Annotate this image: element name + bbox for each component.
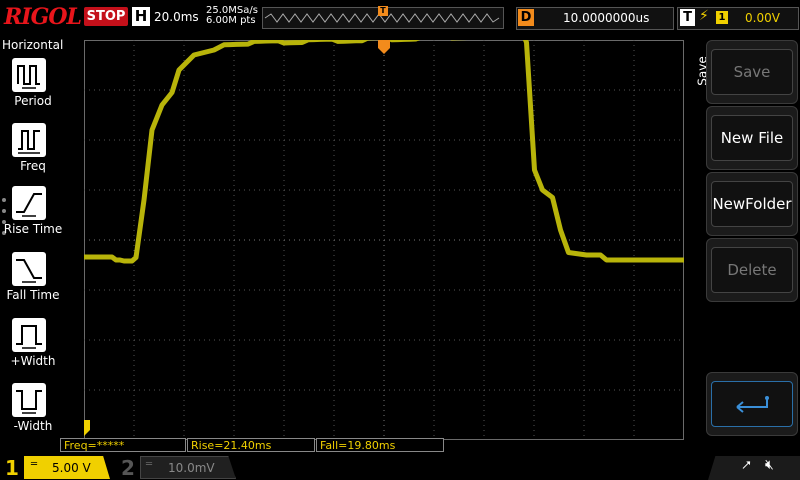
timebase-value: 20.0ms [154, 10, 199, 24]
usb-icon: ⭧ [742, 458, 752, 474]
channel-1-number[interactable]: 1 [0, 456, 24, 480]
channel-1-scale: 5.00 V [52, 461, 91, 475]
menu-item-period[interactable]: Period [6, 58, 60, 108]
trigger-box[interactable] [677, 7, 799, 30]
menu-item-rise-time[interactable]: Rise Time [3, 186, 63, 236]
save-button-label: Save [733, 63, 771, 81]
save-button[interactable]: Save [706, 40, 798, 104]
menu-item-negative-width[interactable]: -Width [6, 383, 60, 433]
new-folder-button[interactable]: NewFolder [706, 172, 798, 236]
channel-2-scale: 10.0mV [168, 461, 215, 475]
fall-time-icon [12, 252, 46, 286]
dc-coupling-icon: ═ [146, 459, 153, 470]
new-file-button-label: New File [720, 129, 784, 147]
menu-item-label: Rise Time [3, 222, 63, 236]
return-button[interactable] [706, 372, 798, 436]
horizontal-label: H [132, 7, 150, 26]
run-stop-indicator[interactable]: STOP [84, 7, 128, 26]
rigol-logo: RIGOL [4, 4, 82, 30]
freq-measurement[interactable]: Freq=***** [60, 438, 186, 452]
negative-width-icon [12, 383, 46, 417]
rise-time-icon [12, 186, 46, 220]
system-status-area [708, 456, 800, 480]
memory-depth: 6.00M pts [206, 15, 256, 26]
menu-item-label: Fall Time [6, 288, 60, 302]
channel-2-number[interactable]: 2 [116, 456, 140, 480]
fall-measurement[interactable]: Fall=19.80ms [316, 438, 444, 452]
trigger-label: T [680, 9, 695, 26]
speaker-muted-icon[interactable]: 🔇︎ [765, 457, 774, 473]
rising-edge-icon: ⚡ [699, 8, 709, 24]
period-icon [12, 58, 46, 92]
menu-item-label: -Width [13, 419, 53, 433]
trigger-level: 0.00V [745, 11, 780, 25]
delay-label: D [518, 9, 534, 26]
menu-item-label: Period [14, 94, 52, 108]
waveform-display[interactable] [84, 40, 684, 440]
menu-item-label: Freq [20, 159, 46, 173]
rise-measurement[interactable]: Rise=21.40ms [187, 438, 315, 452]
sample-rate-readout: 25.0MSa/s 6.00M pts [206, 6, 258, 26]
positive-width-icon [12, 318, 46, 352]
frequency-icon [12, 123, 46, 157]
trigger-source: 1 [716, 11, 728, 24]
delay-value: 10.0000000us [563, 11, 650, 25]
delete-button-label: Delete [727, 261, 777, 279]
new-folder-button-label: NewFolder [712, 195, 792, 213]
dc-coupling-icon: ═ [31, 459, 38, 470]
menu-item-positive-width[interactable]: +Width [6, 318, 60, 368]
menu-title: Horizontal [2, 38, 64, 52]
new-file-button[interactable]: New File [706, 106, 798, 170]
menu-item-label: +Width [10, 354, 56, 368]
return-arrow-icon [736, 396, 769, 413]
delete-button[interactable]: Delete [706, 238, 798, 302]
trigger-position-marker: T [378, 6, 388, 16]
menu-item-freq[interactable]: Freq [6, 123, 60, 173]
menu-item-fall-time[interactable]: Fall Time [6, 252, 60, 302]
